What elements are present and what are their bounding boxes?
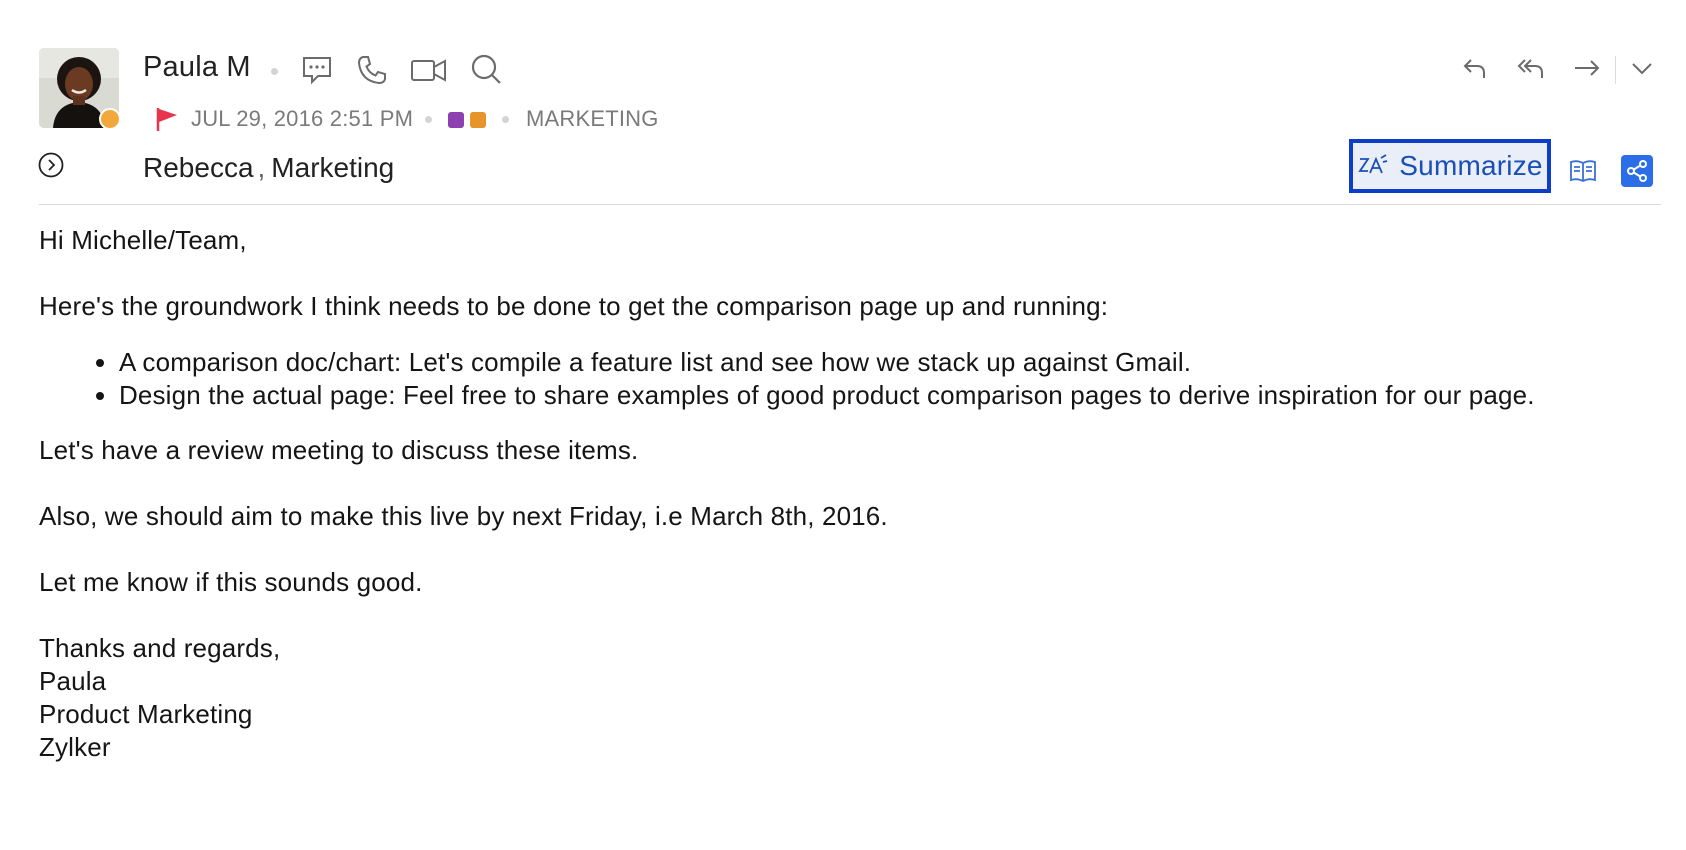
video-icon[interactable] (410, 54, 448, 86)
reading-mode-icon[interactable] (1568, 156, 1598, 186)
list-item: A comparison doc/chart: Let's compile a … (119, 346, 1659, 379)
signature-name: Paula (39, 666, 107, 696)
flag-icon[interactable] (155, 106, 179, 132)
signature-company: Zylker (39, 732, 111, 762)
separator-dot (425, 116, 432, 123)
share-button[interactable] (1621, 155, 1653, 187)
paragraph: Also, we should aim to make this live by… (39, 501, 888, 531)
reply-icon[interactable] (1461, 54, 1489, 82)
tag-purple[interactable] (448, 112, 464, 128)
header-divider (39, 204, 1661, 205)
intro-paragraph: Here's the groundwork I think needs to b… (39, 291, 1109, 321)
summarize-label: Summarize (1399, 150, 1543, 181)
folder-label[interactable]: MARKETING (526, 106, 659, 132)
paragraph: Let's have a review meeting to discuss t… (39, 435, 639, 465)
share-icon (1627, 160, 1647, 182)
recipient-marketing[interactable]: Marketing (271, 152, 394, 183)
paragraph: Let me know if this sounds good. (39, 567, 423, 597)
separator-dot (502, 116, 509, 123)
email-body: Hi Michelle/Team, Here's the groundwork … (39, 224, 1659, 764)
recipient-separator: , (257, 152, 266, 183)
signature-title: Product Marketing (39, 699, 253, 729)
summarize-icon (1358, 154, 1388, 174)
tag-orange[interactable] (470, 112, 486, 128)
bullet-list: A comparison doc/chart: Let's compile a … (39, 346, 1659, 412)
presence-status-dot (99, 108, 121, 130)
signoff: Thanks and regards, (39, 633, 281, 663)
recipient-rebecca[interactable]: Rebecca (143, 152, 254, 183)
email-date: JUL 29, 2016 2:51 PM (191, 106, 414, 131)
chat-icon[interactable] (301, 54, 333, 86)
chevron-down-icon[interactable] (1628, 56, 1656, 80)
separator-dot (271, 68, 278, 75)
reply-all-icon[interactable] (1516, 54, 1546, 82)
forward-icon[interactable] (1572, 54, 1602, 82)
toolbar-divider (1615, 56, 1616, 84)
search-icon[interactable] (469, 52, 503, 86)
summarize-button[interactable]: Summarize (1349, 139, 1551, 193)
greeting: Hi Michelle/Team, (39, 225, 247, 255)
expand-details-icon[interactable] (38, 152, 64, 178)
sender-name[interactable]: Paula M (143, 51, 251, 84)
phone-icon[interactable] (356, 54, 388, 86)
recipients: Rebecca, Marketing (143, 152, 394, 184)
list-item: Design the actual page: Feel free to sha… (119, 379, 1659, 412)
